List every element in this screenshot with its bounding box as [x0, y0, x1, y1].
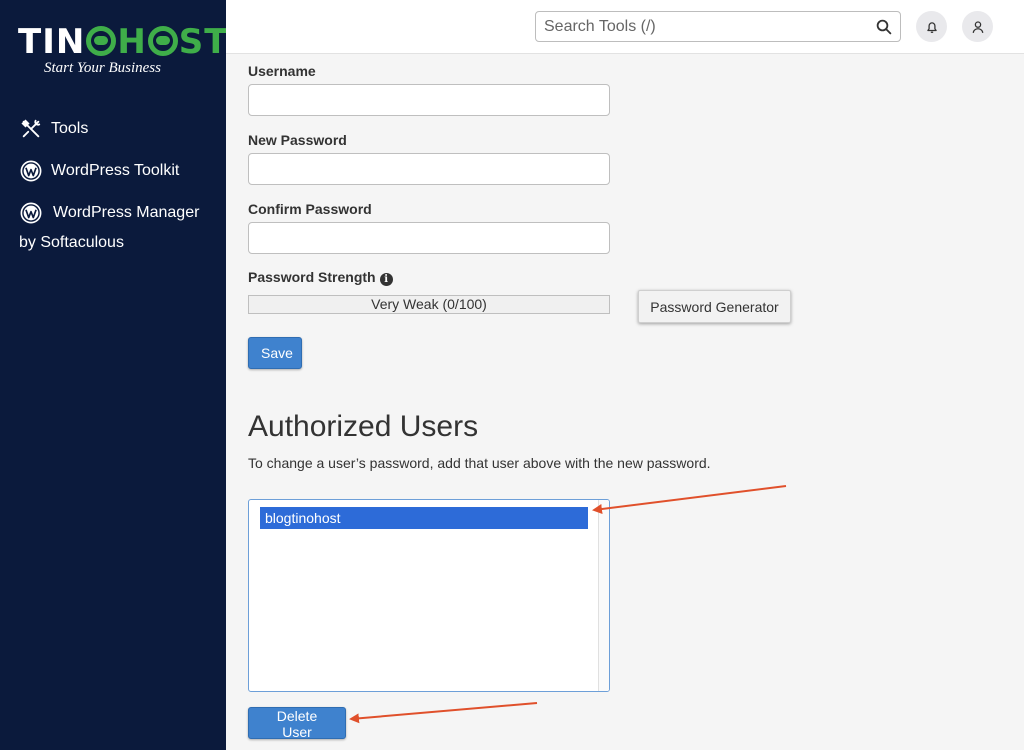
sidebar: TIN H ST Start Your Business Tools WordPre… — [0, 0, 227, 750]
wordpress-icon — [20, 160, 42, 182]
confirm-password-input[interactable] — [249, 223, 609, 253]
sidebar-item-label: WordPress Toolkit — [51, 162, 180, 179]
authorized-users-list[interactable]: blogtinohost — [248, 499, 610, 692]
authorized-users-description: To change a user’s password, add that us… — [248, 455, 711, 471]
sidebar-item-tools[interactable]: Tools — [0, 108, 226, 150]
logo-text-st: ST — [178, 22, 229, 62]
search-box[interactable] — [535, 11, 901, 42]
confirm-password-label: Confirm Password — [248, 201, 372, 217]
tools-icon — [21, 119, 41, 138]
list-item[interactable]: blogtinohost — [260, 507, 588, 529]
sidebar-item-label: Tools — [51, 120, 89, 137]
authorized-users-heading: Authorized Users — [248, 410, 479, 443]
scrollbar[interactable] — [598, 500, 609, 691]
user-icon — [972, 20, 983, 33]
save-button[interactable]: Save — [248, 337, 302, 369]
bell-icon — [926, 21, 937, 33]
cloud-o-icon — [147, 26, 178, 56]
search-icon[interactable] — [875, 18, 893, 36]
username-label: Username — [248, 63, 316, 79]
user-menu-button[interactable] — [962, 11, 993, 42]
logo-text-h: H — [117, 22, 147, 62]
cloud-o-icon — [86, 26, 117, 56]
confirm-password-field[interactable] — [248, 222, 610, 254]
search-input[interactable] — [536, 12, 856, 41]
logo-tagline: Start Your Business — [44, 60, 161, 76]
sidebar-item-label: WordPress Manager — [53, 204, 200, 221]
password-strength-label: Password Strength i — [248, 269, 393, 286]
topbar — [226, 0, 1024, 54]
password-strength-meter: Very Weak (0/100) — [248, 295, 610, 314]
logo-wordmark: TIN H ST — [18, 22, 227, 62]
arrow-to-user-list — [592, 485, 787, 514]
password-strength-label-text: Password Strength — [248, 269, 376, 285]
logo-text-tin: TIN — [18, 22, 86, 62]
brand-logo[interactable]: TIN H ST Start Your Business — [18, 22, 227, 77]
new-password-field[interactable] — [248, 153, 610, 185]
username-field[interactable] — [248, 84, 610, 116]
new-password-input[interactable] — [249, 154, 609, 184]
password-strength-text: Very Weak (0/100) — [371, 296, 487, 312]
arrow-to-delete-button — [349, 702, 538, 724]
new-password-label: New Password — [248, 132, 347, 148]
sidebar-item-wordpress-toolkit[interactable]: WordPress Toolkit — [0, 150, 226, 192]
delete-user-button[interactable]: Delete User — [248, 707, 346, 740]
password-generator-button[interactable]: Password Generator — [638, 290, 791, 323]
sidebar-item-wordpress-manager[interactable]: WordPress Manager by Softaculous — [0, 192, 226, 264]
wordpress-icon — [20, 202, 42, 224]
sidebar-nav: Tools WordPress Toolkit WordPress Manage… — [0, 108, 226, 264]
info-icon[interactable]: i — [379, 273, 393, 286]
username-input[interactable] — [249, 85, 609, 115]
notifications-button[interactable] — [916, 11, 947, 42]
sidebar-item-label-2: by Softaculous — [19, 234, 124, 251]
